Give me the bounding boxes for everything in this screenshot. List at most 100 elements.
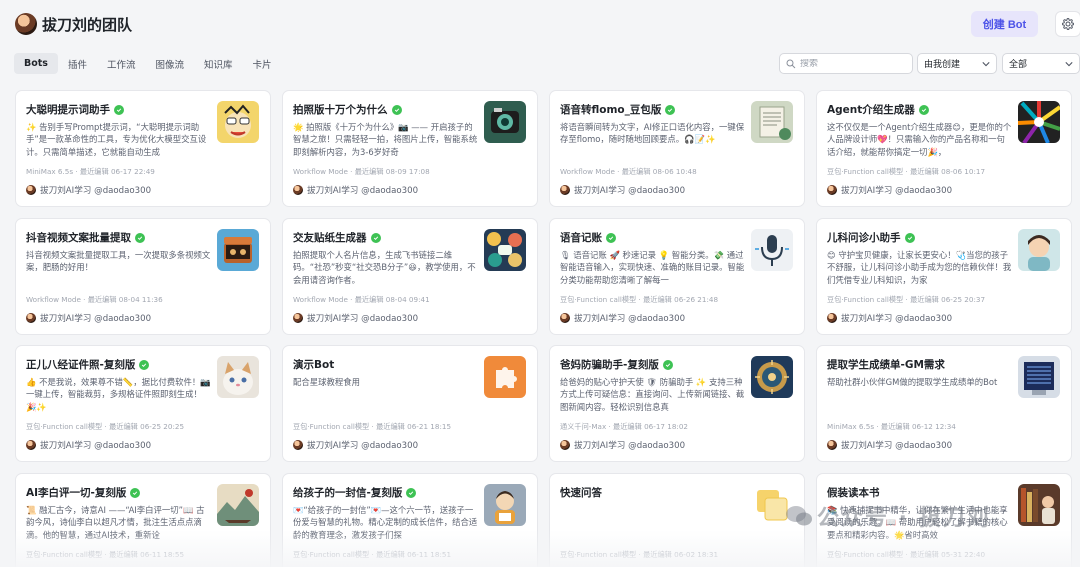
verified-icon — [391, 104, 402, 115]
gear-icon — [1062, 18, 1074, 30]
verified-icon — [918, 104, 929, 115]
bot-card[interactable]: 演示Bot 配合星球教程食用 豆包·Function call模型 · 最近编辑… — [282, 345, 538, 462]
bot-title: 儿科问诊小助手 — [827, 232, 901, 244]
bot-title: 语音转flomo_豆包版 — [560, 104, 662, 116]
owner-avatar — [827, 185, 837, 195]
top-bar: 拔刀刘的团队 创建 Bot — [0, 0, 1080, 48]
verified-icon — [606, 232, 616, 243]
owner-name: 拔刀刘AI学习 @daodao300 — [307, 314, 419, 324]
bot-meta: Workflow Mode · 最近编辑 08-04 09:41 — [293, 295, 430, 304]
bot-meta: Workflow Mode · 最近编辑 08-04 11:36 — [26, 295, 163, 304]
owner-name: 拔刀刘AI学习 @daodao300 — [841, 314, 953, 324]
scope-value: 全部 — [1009, 60, 1028, 70]
bot-thumbnail-icon — [217, 229, 259, 271]
owner-avatar — [26, 185, 36, 195]
bot-title: 语音记账 — [560, 232, 602, 244]
team-title[interactable]: 拔刀刘的团队 — [42, 14, 132, 35]
verified-icon — [130, 487, 141, 498]
owner-name: 拔刀刘AI学习 @daodao300 — [40, 186, 152, 196]
bot-meta: Workflow Mode · 最近编辑 08-09 17:08 — [293, 167, 430, 176]
bot-meta: MiniMax 6.5s · 最近编辑 06-17 22:49 — [26, 167, 155, 176]
bot-card[interactable]: 正儿八经证件照-复刻版 👍 不是我说，效果尊不错📏，据比付费软件！📷一键上传，智… — [15, 345, 271, 462]
tab-cards[interactable]: 卡片 — [243, 53, 282, 74]
bot-owner: 拔刀刘AI学习 @daodao300 — [293, 184, 418, 196]
bot-title: AI李白评一切-复刻版 — [26, 487, 127, 499]
settings-button[interactable] — [1055, 11, 1080, 37]
bot-description: 👍 不是我说，效果尊不错📏，据比付费软件！📷一键上传，智能裁剪，多规格证件照即刻… — [26, 377, 211, 412]
bot-card[interactable]: 语音记账 🎙 语音记账 🚀 秒速记录 💡 智能分类。💸 通过智能语音输入，实现快… — [549, 218, 805, 335]
bot-owner: 拔刀刘AI学习 @daodao300 — [560, 439, 685, 451]
bot-meta: Workflow Mode · 最近编辑 08-06 10:48 — [560, 167, 697, 176]
bot-description: 🎙 语音记账 🚀 秒速记录 💡 智能分类。💸 通过智能语音输入，实现快速、准确的… — [560, 250, 745, 285]
bot-description: 📜 融汇古今，诗意AI ——“AI李白评一切”📖 古韵今风，诗仙李白以超凡才情，… — [26, 505, 205, 540]
bot-card[interactable]: 抖音视频文案批量提取 抖音视频文案批量提取工具，一次提取多条视频文案，肥肠的好用… — [15, 218, 271, 335]
bot-card[interactable]: 提取学生成绩单-GM需求 帮助社群小伙伴GM做的提取学生成绩单的Bot Mini… — [816, 345, 1072, 462]
bot-meta: MiniMax 6.5s · 最近编辑 06-12 12:34 — [827, 422, 956, 431]
bot-thumbnail-icon — [751, 356, 793, 398]
tab-bots[interactable]: Bots — [14, 53, 58, 74]
tab-imageflows[interactable]: 图像流 — [146, 53, 195, 74]
bot-card[interactable]: 给孩子的一封信-复刻版 💌“给孩子的一封信”💌—这个六一节，送孩子一份爱与智慧的… — [282, 473, 538, 567]
bot-owner: 拔刀刘AI学习 @daodao300 — [26, 439, 151, 451]
search-box[interactable] — [779, 53, 913, 74]
owner-name: 拔刀刘AI学习 @daodao300 — [574, 186, 686, 196]
bot-description: ✨ 告别手写Prompt提示词，“大聪明提示词助手”是一款革命性的工具，专为优化… — [26, 122, 207, 157]
tab-knowledge[interactable]: 知识库 — [194, 53, 243, 74]
owner-name: 拔刀刘AI学习 @daodao300 — [841, 186, 953, 196]
bot-thumbnail-icon — [751, 229, 793, 271]
bot-card[interactable]: 交友贴纸生成器 拍照提取个人名片信息，生成飞书链接二维码。“社恐”秒变“社交恐B… — [282, 218, 538, 335]
bot-meta: 豆包·Function call模型 · 最近编辑 06-02 18:31 — [560, 550, 719, 559]
verified-icon — [114, 104, 124, 115]
bot-card[interactable]: 快速问答 豆包·Function call模型 · 最近编辑 06-02 18:… — [549, 473, 805, 567]
search-icon — [786, 59, 796, 68]
owner-avatar — [827, 313, 837, 323]
bot-card[interactable]: 爸妈防骗助手-复刻版 给爸妈的贴心守护天使 🛡 防骗助手 ✨ 支持三种方式上传可… — [549, 345, 805, 462]
bot-description: 帮助社群小伙伴GM做的提取学生成绩单的Bot — [827, 377, 998, 387]
chevron-down-icon — [982, 61, 990, 66]
bot-card[interactable]: 大聪明提示词助手 ✨ 告别手写Prompt提示词，“大聪明提示词助手”是一款革命… — [15, 90, 271, 207]
bot-meta: 豆包·Function call模型 · 最近编辑 06-25 20:37 — [827, 295, 986, 304]
owner-name: 拔刀刘AI学习 @daodao300 — [574, 314, 686, 324]
bot-meta: 豆包·Function call模型 · 最近编辑 06-11 18:51 — [293, 550, 452, 559]
bot-thumbnail-icon — [1018, 229, 1060, 271]
bot-title: 假装读本书 — [827, 487, 880, 499]
bot-owner: 拔刀刘AI学习 @daodao300 — [560, 312, 685, 324]
bot-meta: 豆包·Function call模型 · 最近编辑 08-06 10:17 — [827, 167, 986, 176]
create-bot-button[interactable]: 创建 Bot — [971, 11, 1038, 37]
bot-thumbnail-icon — [217, 484, 259, 526]
search-input[interactable] — [800, 58, 900, 69]
bot-card[interactable]: 儿科问诊小助手 😊 守护宝贝健康，让家长更安心！🩺当您的孩子不舒服，让儿科问诊小… — [816, 218, 1072, 335]
tab-workflows[interactable]: 工作流 — [97, 53, 146, 74]
bot-thumbnail-icon — [1018, 356, 1060, 398]
owner-name: 拔刀刘AI学习 @daodao300 — [307, 441, 419, 451]
bot-thumbnail-icon — [484, 484, 526, 526]
bot-thumbnail-icon — [1018, 101, 1060, 143]
bot-owner: 拔刀刘AI学习 @daodao300 — [26, 312, 151, 324]
owner-name: 拔刀刘AI学习 @daodao300 — [574, 441, 686, 451]
bot-description: 拍照提取个人名片信息，生成飞书链接二维码。“社恐”秒变“社交恐B分子”😆，教学使… — [293, 250, 476, 285]
created-by-select[interactable]: 由我创建 — [917, 53, 997, 74]
bot-description — [560, 504, 745, 542]
bot-owner: 拔刀刘AI学习 @daodao300 — [293, 312, 418, 324]
bot-card[interactable]: AI李白评一切-复刻版 📜 融汇古今，诗意AI ——“AI李白评一切”📖 古韵今… — [15, 473, 271, 567]
owner-name: 拔刀刘AI学习 @daodao300 — [307, 186, 419, 196]
bot-thumbnail-icon — [484, 229, 526, 271]
bot-owner: 拔刀刘AI学习 @daodao300 — [827, 439, 952, 451]
bot-owner: 拔刀刘AI学习 @daodao300 — [827, 312, 952, 324]
bot-card[interactable]: Agent介绍生成器 这不仅仅是一个Agent介绍生成器😊，更是你的个人品牌设计… — [816, 90, 1072, 207]
owner-avatar — [560, 313, 570, 323]
bot-card[interactable]: 拍照版十万个为什么 🌟 拍照版《十万个为什么》📷 —— 开启孩子的智慧之旅！只需… — [282, 90, 538, 207]
bot-thumbnail-icon — [217, 356, 259, 398]
bot-title: 提取学生成绩单-GM需求 — [827, 359, 945, 371]
bot-thumbnail-icon — [1018, 484, 1060, 526]
bot-meta: 豆包·Function call模型 · 最近编辑 06-21 18:15 — [293, 422, 452, 431]
tab-plugins[interactable]: 插件 — [58, 53, 97, 74]
bot-title: 给孩子的一封信-复刻版 — [293, 487, 403, 499]
verified-icon — [662, 359, 673, 370]
scope-select[interactable]: 全部 — [1002, 53, 1080, 74]
verified-icon — [406, 487, 417, 498]
bot-meta: 豆包·Function call模型 · 最近编辑 06-11 18:55 — [26, 550, 185, 559]
team-avatar[interactable] — [15, 13, 37, 35]
bot-card[interactable]: 语音转flomo_豆包版 将语音瞬间转为文字，AI修正口语化内容，一键保存至fl… — [549, 90, 805, 207]
owner-name: 拔刀刘AI学习 @daodao300 — [841, 441, 953, 451]
